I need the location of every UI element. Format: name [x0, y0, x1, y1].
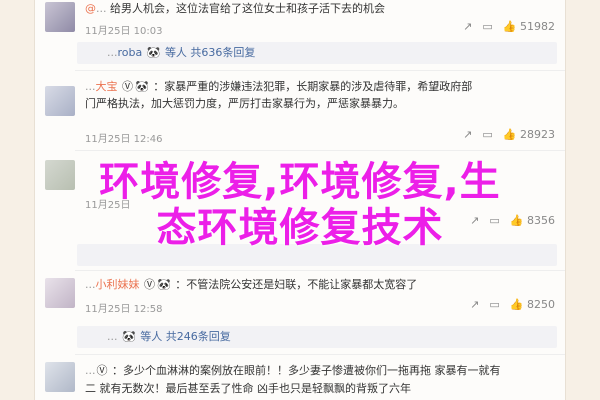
reply-count-link[interactable]: 等人 共636条回复	[165, 46, 256, 59]
share-icon[interactable]: ↗	[463, 128, 472, 141]
comment-actions: ↗ ▭ 👍 8250	[470, 298, 555, 311]
share-icon[interactable]: ↗	[470, 298, 479, 311]
avatar[interactable]	[45, 2, 75, 32]
vip-badge-icon: Ⓥ	[96, 364, 108, 377]
vip-badge-icon: Ⓥ	[144, 278, 155, 291]
comment-body-line2: 门严格执法，加大惩罚力度，严厉打击家暴行为，严惩家暴暴力。	[85, 97, 404, 110]
divider	[75, 354, 565, 355]
like-count: 28923	[520, 128, 555, 141]
comment-body: 给男人机会，这位法官给了这位女士和孩子活下去的机会	[110, 2, 385, 15]
avatar[interactable]	[45, 278, 75, 308]
comment-icon[interactable]: ▭	[482, 128, 492, 141]
divider	[75, 150, 565, 151]
reply-summary: ...roba 🐼 等人 共636条回复	[107, 46, 256, 59]
like-count: 8250	[527, 298, 555, 311]
comment-text: @... 给男人机会，这位法官给了这位女士和孩子活下去的机会	[85, 2, 385, 15]
divider	[75, 270, 565, 271]
mention-link[interactable]: @	[85, 2, 96, 15]
comment-actions: ↗ ▭ 👍 28923	[463, 128, 555, 141]
reply-user[interactable]: roba	[118, 46, 143, 59]
reply-count-link[interactable]: 等人 共246条回复	[140, 330, 231, 343]
comment-time: 11月25日 12:46	[85, 134, 163, 145]
thumbs-up-icon: 👍	[502, 128, 517, 141]
overlay-headline-line2: 态环境修复技术	[156, 205, 444, 251]
comment-body: ：不管法院公安还是妇联，不能让家暴都太宽容了	[175, 278, 418, 291]
comment-body-line2: 二 就有无数次！最后甚至丢了性命 凶手也只是轻飘飘的背叛了六年	[85, 382, 411, 395]
username[interactable]: 大宝	[96, 80, 118, 93]
comment-icon[interactable]: ▭	[489, 298, 499, 311]
reply-summary: ... 🐼 等人 共246条回复	[107, 330, 231, 343]
divider	[75, 70, 565, 71]
reply-thread[interactable]: ... 🐼 等人 共246条回复	[77, 326, 557, 348]
avatar[interactable]	[45, 362, 75, 392]
thumbs-up-icon: 👍	[502, 20, 517, 33]
reply-thread[interactable]: ...roba 🐼 等人 共636条回复	[77, 42, 557, 64]
comment-actions: ↗ ▭ 👍 51982	[463, 20, 555, 33]
comment-body: ：多少个血淋淋的案例放在眼前！！多少妻子惨遭被你们一拖再拖 家暴有一就有	[112, 364, 501, 377]
panda-icon: 🐼	[135, 80, 149, 93]
like-count: 51982	[520, 20, 555, 33]
like-button[interactable]: 👍 51982	[503, 20, 555, 33]
comment-text: ...大宝 Ⓥ 🐼 ：家暴严重的涉嫌违法犯罪，长期家暴的涉及虐待罪，希望政府部	[85, 80, 473, 93]
badge-icon: 🐼	[146, 46, 161, 59]
username[interactable]: 小利妹妹	[96, 278, 140, 291]
share-icon[interactable]: ↗	[463, 20, 472, 33]
comment-time: 11月25日 10:03	[85, 26, 163, 37]
comment-text: ...小利妹妹 Ⓥ 🐼 ：不管法院公安还是妇联，不能让家暴都太宽容了	[85, 278, 418, 291]
avatar[interactable]	[45, 86, 75, 116]
panda-icon: 🐼	[157, 278, 171, 291]
comment-body: ：家暴严重的涉嫌违法犯罪，长期家暴的涉及虐待罪，希望政府部	[153, 80, 473, 93]
like-button[interactable]: 👍 8250	[510, 298, 555, 311]
comment-time: 11月25日 12:58	[85, 304, 163, 315]
comment-icon[interactable]: ▭	[482, 20, 492, 33]
overlay-headline-line1: 环境修复,环境修复,生	[99, 159, 501, 205]
comment-text: ...Ⓥ ：多少个血淋淋的案例放在眼前！！多少妻子惨遭被你们一拖再拖 家暴有一就…	[85, 364, 501, 377]
like-button[interactable]: 👍 28923	[503, 128, 555, 141]
badge-icon: 🐼	[122, 330, 136, 343]
thumbs-up-icon: 👍	[509, 298, 524, 311]
vip-badge-icon: Ⓥ	[122, 80, 133, 93]
